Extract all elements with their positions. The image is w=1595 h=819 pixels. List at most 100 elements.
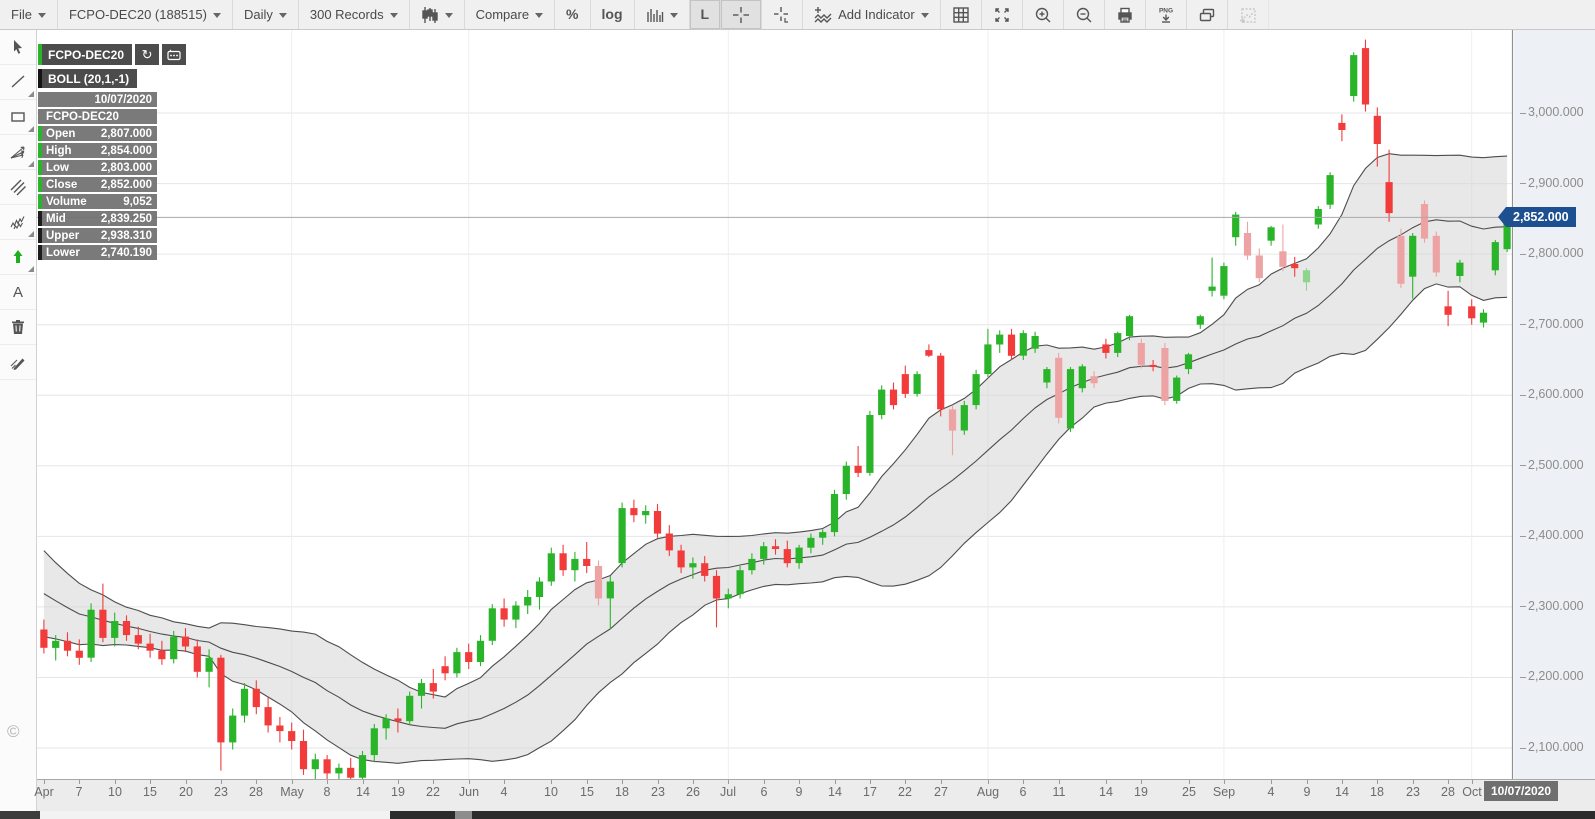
arrow-marker-tool[interactable] [0,240,36,275]
freehand-tool[interactable] [0,205,36,240]
parallel-lines-tool[interactable] [0,170,36,205]
line-mode-button[interactable]: L [689,0,722,29]
candlestick-chart-area[interactable] [37,30,1514,779]
fan-lines-tool[interactable] [0,135,36,170]
symbol-menu[interactable]: FCPO-DEC20 (188515) [58,0,233,29]
date-tick [658,780,659,784]
volume-style-menu[interactable] [635,0,690,29]
fullscreen-button[interactable] [982,0,1023,29]
percent-scale-button[interactable]: % [555,0,591,29]
date-tick [221,780,222,784]
date-tick [1106,780,1107,784]
date-tick [115,780,116,784]
price-axis-label: 2,200.000 [1528,669,1584,683]
chart-legend: FCPO-DEC20 ↻ BOLL (20,1,-1) [38,44,187,92]
price-tick [1520,395,1526,396]
price-tick [1520,536,1526,537]
period-menu-label: Daily [243,7,273,22]
charting-application: File FCPO-DEC20 (188515) Daily 300 Records C… [0,0,1595,819]
date-axis-label: 18 [615,785,629,799]
png-export-button[interactable]: PNG [1146,0,1187,29]
compare-menu[interactable]: Compare [465,0,556,29]
date-tick [1377,780,1378,784]
date-tick [1448,780,1449,784]
quote-panel-button[interactable] [162,44,187,65]
zoom-out-icon [1075,6,1093,24]
date-axis-label: 9 [795,785,803,799]
duplicate-chart-button[interactable] [1187,0,1228,29]
scrollbar-left-block[interactable] [0,811,40,819]
pointer-tool[interactable] [0,30,36,65]
crosshair-button[interactable] [721,0,763,29]
chart-type-menu[interactable] [410,0,465,29]
text-tool[interactable]: A [0,275,36,310]
eraser-tool[interactable] [0,345,36,380]
date-axis-label: Oct [1462,785,1482,799]
chevron-down-icon [37,12,46,18]
date-tick [79,780,80,784]
price-axis[interactable]: 3,000.000 2,900.000 2,800.000 2,700.000 2,60… [1514,30,1595,779]
period-menu[interactable]: Daily [233,0,299,29]
horizontal-scrollbar[interactable] [0,811,1595,819]
records-menu[interactable]: 300 Records [299,0,410,29]
file-menu[interactable]: File [0,0,58,29]
quote-box-icon [167,49,181,60]
trendline-tool[interactable] [0,65,36,100]
date-axis-label: 14 [1099,785,1113,799]
date-tick [587,780,588,784]
date-axis-label: 28 [1441,785,1455,799]
indicator-chip-boll[interactable]: BOLL (20,1,-1) [38,69,138,88]
refresh-button[interactable]: ↻ [135,44,160,65]
windows-icon [1198,6,1216,24]
crosshair-label-button[interactable] [762,0,804,29]
date-axis-label: 22 [898,785,912,799]
date-axis-label: 14 [356,785,370,799]
svg-text:PNG: PNG [1159,7,1173,14]
date-axis[interactable]: Apr 7 10 15 20 23 28 May 8 14 19 22 Jun 4 10 15 18 23 26 Ju… [34,779,1595,811]
date-axis-label: Jul [720,785,736,799]
print-icon [1116,6,1134,24]
date-tick [941,780,942,784]
more-options-corner-icon [28,126,34,132]
symbol-chip[interactable]: FCPO-DEC20 [38,44,133,65]
date-axis-label: 23 [651,785,665,799]
panel-value: 2,852.000 [100,178,152,191]
log-scale-button[interactable]: log [591,0,635,29]
add-indicator-menu[interactable]: Add Indicator [803,0,941,29]
zigzag-icon [9,213,27,231]
date-axis-label: 15 [580,785,594,799]
scrollbar-grip[interactable] [455,811,472,819]
date-tick [1307,780,1308,784]
price-tick [1520,183,1526,184]
log-scale-button-label: log [601,6,623,22]
date-axis-label: 4 [500,785,508,799]
panel-value: 2,740.190 [100,246,152,259]
candlestick-chart-svg [37,30,1514,779]
scrollbar-thumb[interactable] [390,811,1595,819]
date-axis-label: Aug [976,785,1000,799]
rectangle-tool[interactable] [0,100,36,135]
date-tick [398,780,399,784]
pencil-icon [9,353,27,371]
price-axis-label: 2,100.000 [1528,740,1584,754]
panel-label: Volume [46,195,87,208]
price-tick [1520,748,1526,749]
last-price-badge: 2,852.000 [1498,207,1576,227]
drawing-tools-sidebar: A [0,30,37,811]
date-tick [988,780,989,784]
date-tick [1472,780,1473,784]
more-options-corner-icon [28,231,34,237]
date-axis-label: 28 [249,785,263,799]
expand-icon [993,6,1011,24]
print-button[interactable] [1105,0,1146,29]
date-axis-label: Sep [1212,785,1236,799]
price-axis-label: 2,900.000 [1528,176,1584,190]
top-toolbar: File FCPO-DEC20 (188515) Daily 300 Records C… [0,0,1595,30]
zoom-in-button[interactable] [1023,0,1064,29]
grid-button[interactable] [941,0,982,29]
date-tick [693,780,694,784]
date-tick [363,780,364,784]
delete-tool[interactable] [0,310,36,345]
zoom-out-button[interactable] [1064,0,1105,29]
rect-icon [9,108,27,126]
